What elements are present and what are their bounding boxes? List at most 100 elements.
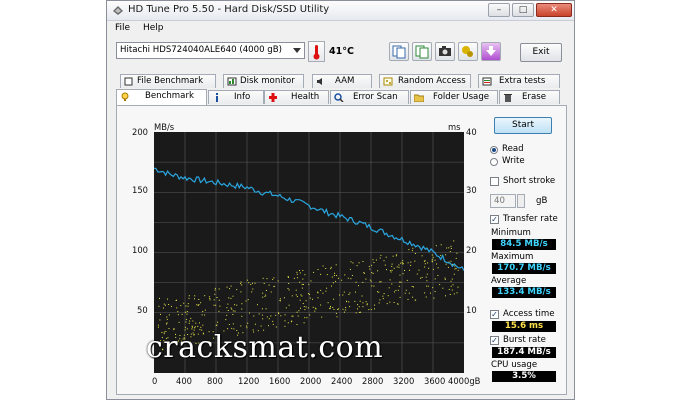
access-time-dot (389, 270, 391, 272)
access-time-dot (241, 284, 243, 286)
access-time-dot (277, 280, 279, 282)
burst-rate-label: Burst rate (503, 335, 546, 345)
right-tick-30: 30 (466, 185, 477, 195)
access-time-dot (435, 245, 437, 247)
save-button[interactable] (481, 42, 501, 61)
access-time-dot (446, 247, 448, 249)
access-time-value: 15.6 ms (492, 321, 556, 332)
screenshot-button[interactable] (435, 42, 455, 61)
tab-folder-usage[interactable]: Folder Usage (410, 90, 498, 104)
access-time-dot (247, 322, 249, 324)
access-time-dot (321, 316, 323, 318)
access-time-dot (194, 326, 196, 328)
access-time-dot (177, 311, 179, 313)
tab-error-scan[interactable]: Error Scan (330, 90, 409, 104)
access-time-dot (218, 288, 220, 290)
access-time-dot (341, 279, 343, 281)
access-time-dot (209, 298, 211, 299)
menu-file[interactable]: File (115, 23, 130, 33)
access-time-dot (250, 284, 252, 285)
access-time-dot (337, 277, 339, 279)
access-time-dot (284, 325, 286, 327)
access-time-dot (380, 254, 382, 256)
access-time-dot (373, 262, 375, 263)
left-tick-150: 150 (132, 185, 148, 195)
access-time-dot (394, 291, 395, 293)
tab-health[interactable]: Health (264, 90, 329, 104)
short-stroke-input[interactable]: 40 (490, 194, 516, 208)
info-icon (216, 93, 218, 102)
start-button[interactable]: Start (494, 117, 552, 134)
access-time-dot (408, 249, 410, 251)
transfer-rate-checkbox[interactable]: ✓ (490, 215, 499, 224)
access-time-dot (236, 289, 238, 291)
access-time-dot (431, 260, 433, 262)
access-time-dot (445, 254, 447, 256)
access-time-dot (399, 274, 401, 276)
copy-all-button[interactable] (412, 42, 432, 61)
maximize-button[interactable]: □ (512, 3, 534, 17)
tab-info[interactable]: Info (208, 90, 264, 104)
access-time-dot (358, 306, 360, 308)
access-time-dot (197, 325, 199, 327)
access-time-dot (380, 281, 382, 283)
access-time-dot (304, 317, 306, 319)
access-time-dot (397, 289, 399, 291)
tab-benchmark[interactable]: Benchmark (116, 89, 207, 105)
access-time-dot (178, 321, 180, 323)
access-time-dot (231, 327, 233, 329)
access-time-dot (411, 250, 413, 252)
access-time-checkbox[interactable]: ✓ (490, 310, 499, 319)
access-time-dot (272, 323, 274, 325)
write-radio[interactable] (490, 158, 498, 166)
close-button[interactable]: ✕ (536, 3, 572, 17)
short-stroke-label: Short stroke (503, 176, 556, 186)
copy-button[interactable] (389, 42, 409, 61)
tab-erase[interactable]: Erase (499, 90, 560, 104)
access-time-dot (252, 288, 254, 290)
options-button[interactable] (458, 42, 478, 61)
access-time-dot (160, 313, 161, 315)
tab-file-benchmark[interactable]: File Benchmark (120, 74, 216, 88)
tab-extra-tests[interactable]: Extra tests (478, 74, 560, 88)
access-time-dot (322, 292, 324, 294)
access-time-dot (390, 271, 392, 273)
access-time-dot (368, 309, 370, 311)
short-stroke-spinner[interactable] (517, 194, 525, 208)
access-time-dot (296, 296, 298, 298)
access-time-dot (418, 269, 420, 271)
access-time-dot (275, 326, 277, 328)
access-time-dot (246, 279, 248, 281)
minimize-button[interactable]: – (488, 3, 510, 17)
tab-disk-monitor[interactable]: Disk monitor (223, 74, 304, 88)
tab-aam[interactable]: AAM (312, 74, 372, 88)
access-time-dot (175, 300, 177, 301)
exit-button[interactable]: Exit (520, 43, 562, 62)
read-radio[interactable] (490, 146, 498, 154)
access-time-dot (391, 263, 393, 265)
drive-select[interactable]: Hitachi HDS724040ALE640 (4000 gB) (116, 42, 305, 59)
access-time-dot (295, 289, 297, 291)
access-time-dot (382, 295, 384, 297)
access-time-dot (301, 295, 303, 297)
menu-help[interactable]: Help (143, 23, 164, 33)
access-time-dot (410, 264, 412, 266)
access-time-dot (434, 291, 436, 292)
access-time-dot (168, 314, 170, 316)
access-time-dot (293, 277, 295, 279)
access-time-dot (163, 303, 165, 305)
access-time-dot (369, 279, 371, 281)
access-time-dot (336, 316, 338, 318)
access-time-dot (241, 303, 243, 305)
burst-rate-checkbox[interactable]: ✓ (490, 336, 499, 345)
access-time-dot (312, 298, 313, 300)
short-stroke-checkbox[interactable] (490, 177, 499, 186)
access-time-dot (427, 285, 429, 287)
cpu-usage-value: 3.5% (492, 371, 556, 382)
x-tick-label: 400 (176, 376, 192, 386)
read-label: Read (502, 144, 524, 154)
x-tick-label: 1200 (238, 376, 260, 386)
tab-random-access[interactable]: Random Access (379, 74, 471, 88)
access-time-dot (399, 281, 401, 283)
access-time-dot (428, 267, 430, 269)
